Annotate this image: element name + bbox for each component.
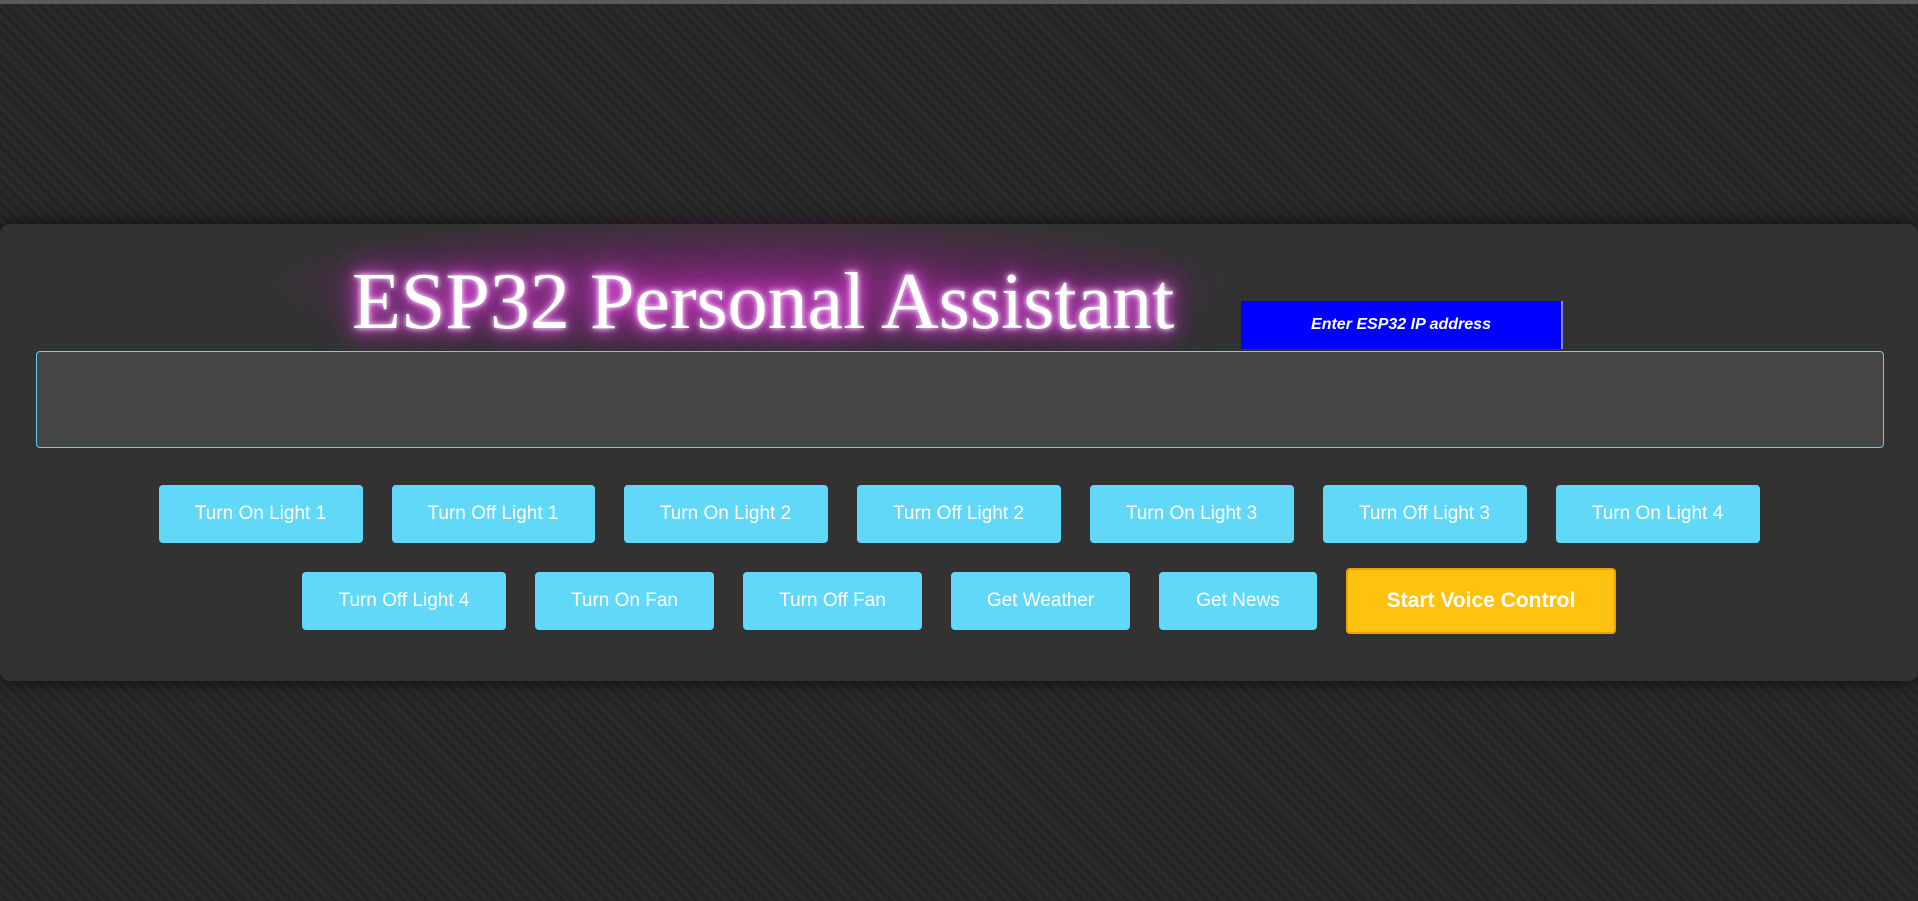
turn-off-light-2-button[interactable]: Turn Off Light 2: [856, 485, 1061, 543]
top-border-strip: [0, 0, 1918, 4]
turn-off-light-1-button[interactable]: Turn Off Light 1: [391, 485, 595, 543]
ip-address-input[interactable]: [1241, 301, 1563, 349]
turn-on-light-3-button[interactable]: Turn On Light 3: [1089, 485, 1294, 543]
get-weather-button[interactable]: Get Weather: [951, 572, 1130, 630]
turn-on-light-4-button[interactable]: Turn On Light 4: [1555, 485, 1760, 543]
turn-on-light-2-button[interactable]: Turn On Light 2: [623, 485, 828, 543]
response-output-box: [36, 351, 1884, 448]
command-buttons-row-1: Turn On Light 1 Turn Off Light 1 Turn On…: [0, 485, 1918, 543]
get-news-button[interactable]: Get News: [1159, 572, 1317, 630]
turn-on-fan-button[interactable]: Turn On Fan: [535, 572, 714, 630]
turn-off-fan-button[interactable]: Turn Off Fan: [743, 572, 922, 630]
turn-off-light-4-button[interactable]: Turn Off Light 4: [302, 572, 506, 630]
page-title: ESP32 Personal Assistant: [352, 258, 1175, 346]
command-buttons-row-2: Turn Off Light 4 Turn On Fan Turn Off Fa…: [0, 568, 1918, 634]
turn-off-light-3-button[interactable]: Turn Off Light 3: [1322, 485, 1527, 543]
start-voice-control-button[interactable]: Start Voice Control: [1346, 568, 1616, 634]
turn-on-light-1-button[interactable]: Turn On Light 1: [158, 485, 363, 543]
